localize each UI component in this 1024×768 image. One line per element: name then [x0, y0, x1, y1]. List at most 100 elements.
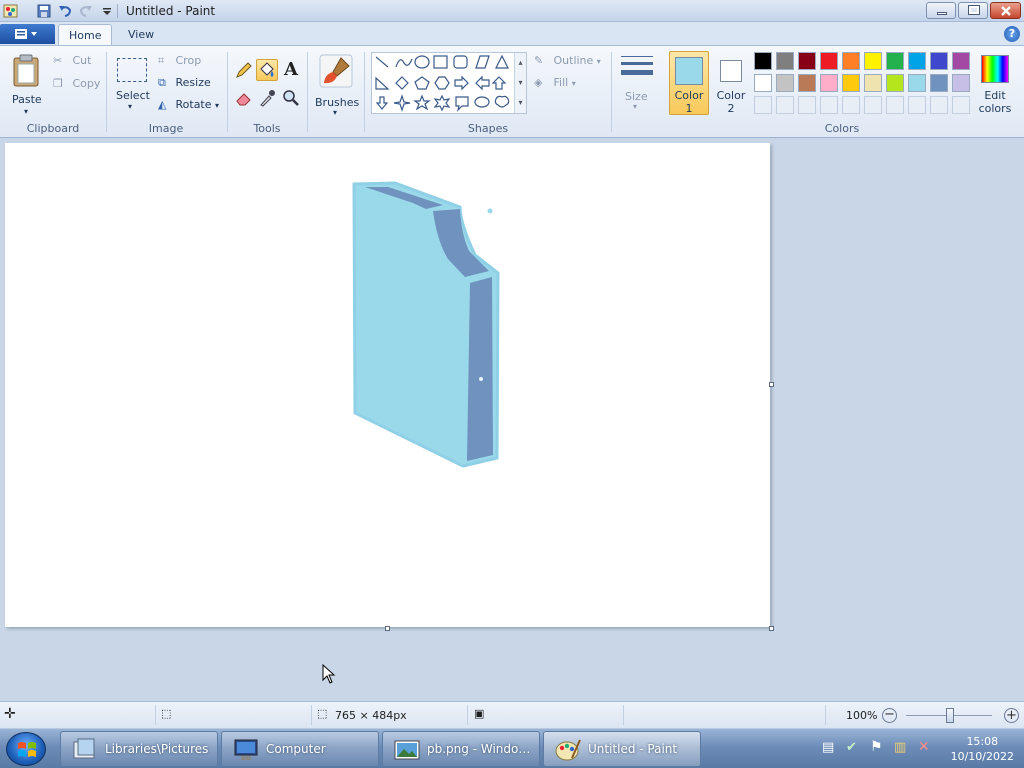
zoom-out-button[interactable]: − — [882, 708, 897, 723]
rotate-label: Rotate — [175, 98, 212, 111]
magnifier-tool[interactable] — [280, 87, 302, 109]
copy-label: Copy — [72, 77, 101, 90]
security-icon[interactable]: ✔ — [846, 740, 857, 755]
resize-button[interactable]: ⧉ Resize — [158, 76, 211, 90]
flag-icon[interactable]: ⚑ — [870, 739, 883, 755]
zoom-slider-thumb[interactable] — [946, 708, 954, 723]
brushes-button[interactable]: Brushes ▾ — [313, 52, 359, 118]
select-button[interactable]: Select ▾ — [113, 54, 151, 116]
palette-empty-swatch[interactable] — [820, 96, 838, 114]
taskbar-item-paint[interactable]: Untitled - Paint — [543, 731, 701, 767]
close-button[interactable] — [990, 2, 1021, 19]
paint-icon — [555, 739, 581, 761]
size-line-icon — [621, 70, 653, 75]
color-picker-tool[interactable] — [256, 87, 278, 109]
paint-menu-button[interactable] — [0, 24, 55, 44]
help-icon[interactable]: ? — [1004, 26, 1020, 42]
tab-view[interactable]: View — [118, 24, 164, 46]
palette-swatch[interactable] — [952, 52, 970, 70]
palette-swatch[interactable] — [820, 52, 838, 70]
palette-swatch[interactable] — [864, 74, 882, 92]
divider — [155, 705, 156, 725]
crop-label: Crop — [175, 54, 202, 67]
edit-colors-button[interactable]: Edit colors — [976, 52, 1014, 118]
crop-button[interactable]: ⌗ Crop — [158, 54, 201, 68]
color2-button[interactable]: Color 2 — [711, 51, 751, 115]
network-icon[interactable]: ▥ — [894, 740, 906, 755]
taskbar-item-photo-viewer[interactable]: pb.png - Window... — [382, 731, 540, 767]
cut-button[interactable]: ✂ Cut — [53, 54, 91, 67]
chevron-down-icon: ▾ — [633, 102, 638, 111]
zoom-in-button[interactable]: + — [1004, 708, 1019, 723]
palette-swatch[interactable] — [842, 52, 860, 70]
resize-icon: ⧉ — [158, 76, 166, 89]
shapes-gallery[interactable]: ▴ ▾ ▾ — [371, 52, 527, 114]
minimize-button[interactable] — [926, 2, 956, 19]
palette-empty-swatch[interactable] — [798, 96, 816, 114]
fill-label: Fill — [553, 76, 569, 89]
palette-swatch[interactable] — [886, 74, 904, 92]
resize-handle-right[interactable] — [769, 382, 774, 387]
color1-button[interactable]: Color 1 — [669, 51, 709, 115]
text-tool[interactable]: A — [280, 59, 302, 81]
rotate-button[interactable]: ◭ Rotate ▾ — [158, 98, 219, 111]
color2-swatch — [720, 60, 742, 82]
palette-empty-swatch[interactable] — [754, 96, 772, 114]
chevron-down-icon: ▾ — [571, 79, 576, 88]
ribbon: Paste ▾ ✂ Cut ❐ Copy Clipboard Select ▾ … — [0, 45, 1024, 138]
palette-swatch[interactable] — [754, 74, 772, 92]
volume-muted-icon[interactable]: ✕ — [918, 739, 930, 755]
fill-button[interactable]: ◈ Fill ▾ — [534, 76, 576, 89]
palette-swatch[interactable] — [842, 74, 860, 92]
palette-empty-swatch[interactable] — [842, 96, 860, 114]
palette-swatch[interactable] — [908, 52, 926, 70]
palette-empty-swatch[interactable] — [908, 96, 926, 114]
brush-icon — [319, 54, 353, 88]
photo-viewer-icon — [394, 740, 420, 760]
taskbar-item-label: Libraries\Pictures — [105, 742, 209, 756]
palette-empty-swatch[interactable] — [886, 96, 904, 114]
resize-label: Resize — [175, 76, 211, 89]
palette-swatch[interactable] — [820, 74, 838, 92]
drawing-canvas[interactable] — [5, 143, 774, 631]
palette-swatch[interactable] — [930, 52, 948, 70]
fill-tool[interactable] — [256, 59, 278, 81]
palette-swatch[interactable] — [930, 74, 948, 92]
color1-label-b: 1 — [685, 102, 693, 115]
clock[interactable]: 15:08 10/10/2022 — [951, 734, 1014, 764]
palette-swatch[interactable] — [798, 74, 816, 92]
action-center-icon[interactable]: ▤ — [822, 740, 834, 755]
palette-swatch[interactable] — [776, 74, 794, 92]
resize-handle-corner[interactable] — [769, 626, 774, 631]
eraser-tool[interactable] — [233, 87, 255, 109]
palette-swatch[interactable] — [798, 52, 816, 70]
fill-icon — [260, 62, 274, 77]
pencil-icon — [236, 62, 252, 78]
palette-empty-swatch[interactable] — [930, 96, 948, 114]
tab-home[interactable]: Home — [58, 24, 112, 46]
palette-swatch[interactable] — [886, 52, 904, 70]
size-button[interactable]: Size ▾ — [618, 52, 656, 118]
pencil-tool[interactable] — [233, 59, 255, 81]
resize-handle-bottom[interactable] — [385, 626, 390, 631]
palette-swatch[interactable] — [776, 52, 794, 70]
workspace[interactable] — [0, 139, 1024, 701]
outline-button[interactable]: ✎ Outline ▾ — [534, 54, 601, 67]
maximize-button[interactable] — [958, 2, 988, 19]
paste-button[interactable]: Paste ▾ — [8, 50, 48, 118]
palette-swatch[interactable] — [754, 52, 772, 70]
palette-swatch[interactable] — [908, 74, 926, 92]
palette-empty-swatch[interactable] — [952, 96, 970, 114]
color2-label-a: Color — [716, 89, 746, 102]
start-button[interactable] — [6, 732, 46, 766]
taskbar-item-libraries[interactable]: Libraries\Pictures — [60, 731, 218, 767]
palette-empty-swatch[interactable] — [864, 96, 882, 114]
outline-label: Outline — [553, 54, 594, 67]
copy-button[interactable]: ❐ Copy — [53, 77, 100, 90]
palette-swatch[interactable] — [864, 52, 882, 70]
taskbar-item-computer[interactable]: Computer — [221, 731, 379, 767]
shapes-scroll[interactable]: ▴ ▾ ▾ — [514, 53, 526, 113]
palette-swatch[interactable] — [952, 74, 970, 92]
cut-label: Cut — [72, 54, 92, 67]
palette-empty-swatch[interactable] — [776, 96, 794, 114]
